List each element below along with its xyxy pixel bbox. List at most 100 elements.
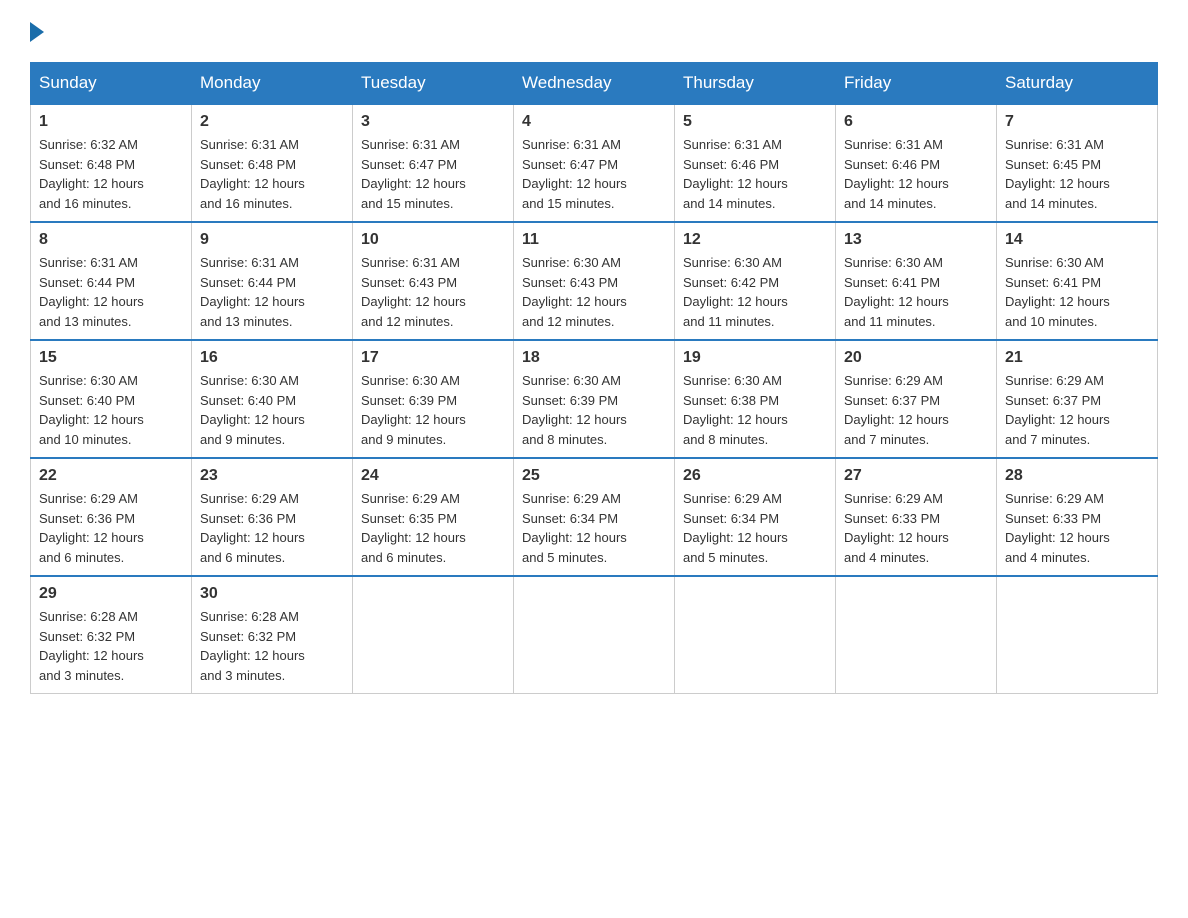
day-number: 20	[844, 349, 988, 367]
day-number: 26	[683, 467, 827, 485]
day-info: Sunrise: 6:28 AMSunset: 6:32 PMDaylight:…	[200, 607, 344, 685]
calendar-cell: 6 Sunrise: 6:31 AMSunset: 6:46 PMDaylight…	[836, 104, 997, 222]
column-header-friday: Friday	[836, 63, 997, 105]
day-info: Sunrise: 6:30 AMSunset: 6:43 PMDaylight:…	[522, 253, 666, 331]
column-header-sunday: Sunday	[31, 63, 192, 105]
column-header-thursday: Thursday	[675, 63, 836, 105]
column-header-saturday: Saturday	[997, 63, 1158, 105]
calendar-cell: 1Sunrise: 6:32 AMSunset: 6:48 PMDaylight…	[31, 104, 192, 222]
calendar-cell: 27 Sunrise: 6:29 AMSunset: 6:33 PMDayligh…	[836, 458, 997, 576]
day-info: Sunrise: 6:29 AMSunset: 6:37 PMDaylight:…	[1005, 371, 1149, 449]
day-info: Sunrise: 6:31 AMSunset: 6:46 PMDaylight:…	[683, 135, 827, 213]
day-info: Sunrise: 6:32 AMSunset: 6:48 PMDaylight:…	[39, 135, 183, 213]
calendar-cell	[997, 576, 1158, 694]
calendar-cell: 9Sunrise: 6:31 AMSunset: 6:44 PMDaylight…	[192, 222, 353, 340]
week-row-3: 15Sunrise: 6:30 AMSunset: 6:40 PMDayligh…	[31, 340, 1158, 458]
calendar-cell: 12 Sunrise: 6:30 AMSunset: 6:42 PMDayligh…	[675, 222, 836, 340]
day-number: 14	[1005, 231, 1149, 249]
day-number: 12	[683, 231, 827, 249]
day-info: Sunrise: 6:29 AMSunset: 6:34 PMDaylight:…	[522, 489, 666, 567]
calendar-cell: 13 Sunrise: 6:30 AMSunset: 6:41 PMDayligh…	[836, 222, 997, 340]
calendar-cell: 16 Sunrise: 6:30 AMSunset: 6:40 PMDayligh…	[192, 340, 353, 458]
day-info: Sunrise: 6:30 AMSunset: 6:40 PMDaylight:…	[200, 371, 344, 449]
day-number: 23	[200, 467, 344, 485]
calendar-cell: 15Sunrise: 6:30 AMSunset: 6:40 PMDayligh…	[31, 340, 192, 458]
calendar-cell	[353, 576, 514, 694]
day-info: Sunrise: 6:31 AMSunset: 6:47 PMDaylight:…	[522, 135, 666, 213]
calendar-cell: 28Sunrise: 6:29 AMSunset: 6:33 PMDayligh…	[997, 458, 1158, 576]
calendar-cell: 21 Sunrise: 6:29 AMSunset: 6:37 PMDayligh…	[997, 340, 1158, 458]
day-info: Sunrise: 6:29 AMSunset: 6:33 PMDaylight:…	[844, 489, 988, 567]
day-info: Sunrise: 6:30 AMSunset: 6:41 PMDaylight:…	[844, 253, 988, 331]
day-number: 16	[200, 349, 344, 367]
day-info: Sunrise: 6:30 AMSunset: 6:39 PMDaylight:…	[361, 371, 505, 449]
day-info: Sunrise: 6:30 AMSunset: 6:39 PMDaylight:…	[522, 371, 666, 449]
day-number: 10	[361, 231, 505, 249]
logo	[30, 20, 44, 42]
day-number: 25	[522, 467, 666, 485]
day-number: 4	[522, 113, 666, 131]
day-number: 21	[1005, 349, 1149, 367]
day-number: 30	[200, 585, 344, 603]
day-info: Sunrise: 6:30 AMSunset: 6:42 PMDaylight:…	[683, 253, 827, 331]
week-row-4: 22 Sunrise: 6:29 AMSunset: 6:36 PMDayligh…	[31, 458, 1158, 576]
calendar-cell: 29 Sunrise: 6:28 AMSunset: 6:32 PMDayligh…	[31, 576, 192, 694]
day-number: 5	[683, 113, 827, 131]
day-number: 29	[39, 585, 183, 603]
day-info: Sunrise: 6:29 AMSunset: 6:35 PMDaylight:…	[361, 489, 505, 567]
day-info: Sunrise: 6:31 AMSunset: 6:45 PMDaylight:…	[1005, 135, 1149, 213]
day-number: 27	[844, 467, 988, 485]
day-number: 17	[361, 349, 505, 367]
logo-triangle-icon	[30, 22, 44, 42]
day-info: Sunrise: 6:29 AMSunset: 6:36 PMDaylight:…	[39, 489, 183, 567]
day-info: Sunrise: 6:31 AMSunset: 6:48 PMDaylight:…	[200, 135, 344, 213]
calendar-cell: 20 Sunrise: 6:29 AMSunset: 6:37 PMDayligh…	[836, 340, 997, 458]
day-number: 13	[844, 231, 988, 249]
day-number: 18	[522, 349, 666, 367]
day-info: Sunrise: 6:31 AMSunset: 6:47 PMDaylight:…	[361, 135, 505, 213]
day-number: 11	[522, 231, 666, 249]
calendar-header-row: SundayMondayTuesdayWednesdayThursdayFrid…	[31, 63, 1158, 105]
calendar-cell: 26Sunrise: 6:29 AMSunset: 6:34 PMDayligh…	[675, 458, 836, 576]
day-number: 8	[39, 231, 183, 249]
calendar-cell: 19 Sunrise: 6:30 AMSunset: 6:38 PMDayligh…	[675, 340, 836, 458]
calendar-cell	[675, 576, 836, 694]
calendar-cell: 3 Sunrise: 6:31 AMSunset: 6:47 PMDaylight…	[353, 104, 514, 222]
day-number: 22	[39, 467, 183, 485]
day-info: Sunrise: 6:30 AMSunset: 6:41 PMDaylight:…	[1005, 253, 1149, 331]
calendar-cell: 11 Sunrise: 6:30 AMSunset: 6:43 PMDayligh…	[514, 222, 675, 340]
page-header	[30, 20, 1158, 42]
day-number: 3	[361, 113, 505, 131]
calendar-table: SundayMondayTuesdayWednesdayThursdayFrid…	[30, 62, 1158, 694]
calendar-cell: 8 Sunrise: 6:31 AMSunset: 6:44 PMDaylight…	[31, 222, 192, 340]
calendar-cell: 18 Sunrise: 6:30 AMSunset: 6:39 PMDayligh…	[514, 340, 675, 458]
column-header-monday: Monday	[192, 63, 353, 105]
calendar-cell: 10 Sunrise: 6:31 AMSunset: 6:43 PMDayligh…	[353, 222, 514, 340]
day-info: Sunrise: 6:31 AMSunset: 6:46 PMDaylight:…	[844, 135, 988, 213]
day-number: 28	[1005, 467, 1149, 485]
day-number: 19	[683, 349, 827, 367]
day-info: Sunrise: 6:29 AMSunset: 6:36 PMDaylight:…	[200, 489, 344, 567]
day-number: 6	[844, 113, 988, 131]
calendar-cell: 25 Sunrise: 6:29 AMSunset: 6:34 PMDayligh…	[514, 458, 675, 576]
calendar-cell: 23 Sunrise: 6:29 AMSunset: 6:36 PMDayligh…	[192, 458, 353, 576]
day-info: Sunrise: 6:30 AMSunset: 6:38 PMDaylight:…	[683, 371, 827, 449]
calendar-cell	[514, 576, 675, 694]
week-row-5: 29 Sunrise: 6:28 AMSunset: 6:32 PMDayligh…	[31, 576, 1158, 694]
calendar-cell: 5 Sunrise: 6:31 AMSunset: 6:46 PMDaylight…	[675, 104, 836, 222]
column-header-tuesday: Tuesday	[353, 63, 514, 105]
day-info: Sunrise: 6:30 AMSunset: 6:40 PMDaylight:…	[39, 371, 183, 449]
week-row-2: 8 Sunrise: 6:31 AMSunset: 6:44 PMDaylight…	[31, 222, 1158, 340]
day-number: 9	[200, 231, 344, 249]
calendar-cell: 30 Sunrise: 6:28 AMSunset: 6:32 PMDayligh…	[192, 576, 353, 694]
day-info: Sunrise: 6:31 AMSunset: 6:44 PMDaylight:…	[39, 253, 183, 331]
calendar-cell: 22 Sunrise: 6:29 AMSunset: 6:36 PMDayligh…	[31, 458, 192, 576]
day-info: Sunrise: 6:31 AMSunset: 6:43 PMDaylight:…	[361, 253, 505, 331]
day-info: Sunrise: 6:29 AMSunset: 6:37 PMDaylight:…	[844, 371, 988, 449]
day-number: 2	[200, 113, 344, 131]
week-row-1: 1Sunrise: 6:32 AMSunset: 6:48 PMDaylight…	[31, 104, 1158, 222]
calendar-cell: 2 Sunrise: 6:31 AMSunset: 6:48 PMDaylight…	[192, 104, 353, 222]
calendar-cell	[836, 576, 997, 694]
calendar-cell: 14 Sunrise: 6:30 AMSunset: 6:41 PMDayligh…	[997, 222, 1158, 340]
day-info: Sunrise: 6:28 AMSunset: 6:32 PMDaylight:…	[39, 607, 183, 685]
